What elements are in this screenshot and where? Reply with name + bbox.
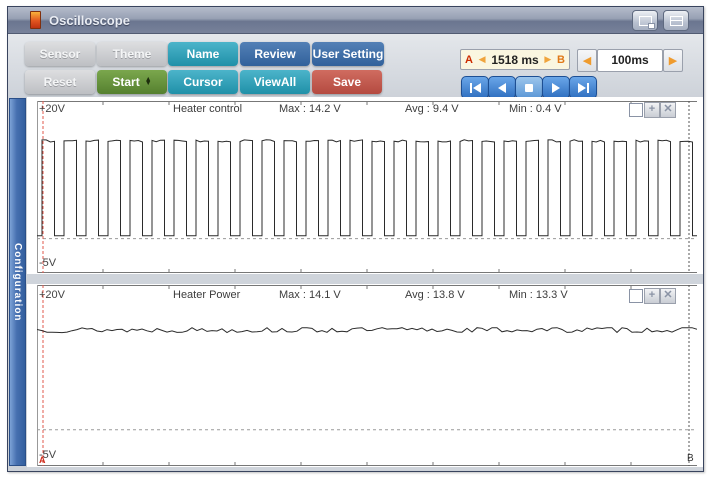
sensor-button[interactable]: Sensor: [25, 42, 95, 66]
user-setting-button[interactable]: User Setting: [312, 42, 384, 66]
skip-to-end-icon-bar: [586, 82, 589, 93]
chart2-min-stat: Min : 13.3 V: [509, 289, 568, 301]
skip-to-start-button[interactable]: [461, 76, 489, 99]
chart1-max-stat: Max : 14.2 V: [279, 103, 341, 115]
step-back-button[interactable]: [488, 76, 516, 99]
chart1-close-button[interactable]: ✕: [660, 102, 676, 118]
skip-to-start-icon: [469, 82, 472, 93]
chart1-bottom-range-label: -5V: [39, 257, 57, 269]
reset-button[interactable]: Reset: [25, 70, 95, 94]
step-back-icon: [498, 82, 506, 93]
start-button-label: Start: [112, 75, 140, 89]
window-popout-icon: [638, 15, 655, 29]
stop-button[interactable]: [515, 76, 543, 99]
skip-to-start-icon-arrow: [472, 82, 481, 93]
chart2-close-button[interactable]: ✕: [660, 288, 676, 304]
titlebar[interactable]: Oscilloscope: [8, 7, 703, 34]
popout-window-button[interactable]: [632, 10, 658, 31]
heater-control-plot[interactable]: [37, 101, 697, 273]
ab-range-box[interactable]: A ◀ 1518 ms ▶ B: [460, 49, 570, 70]
toolbar: Sensor Theme Name Review User Setting Re…: [8, 34, 703, 99]
cursor-a-marker[interactable]: A: [39, 455, 46, 465]
timebase-decrease-button[interactable]: ◀: [577, 49, 597, 72]
bottom-strip: [27, 467, 703, 470]
oscilloscope-probe-icon: [30, 11, 41, 29]
right-arrow-icon: ▶: [668, 55, 678, 67]
chart2-top-range-label: +20V: [39, 289, 65, 301]
ab-range-value: 1518 ms: [491, 52, 539, 67]
cursor-button[interactable]: Cursor: [168, 70, 238, 94]
chart1-min-stat: Min : 0.4 V: [509, 103, 562, 115]
chart1-avg-stat: Avg : 9.4 V: [405, 103, 459, 115]
timebase-value: 100ms: [597, 49, 663, 72]
chart1-add-button[interactable]: +: [644, 102, 660, 118]
window-title: Oscilloscope: [49, 12, 130, 28]
heater-power-plot[interactable]: [37, 285, 697, 466]
chart1-top-range-label: +20V: [39, 103, 65, 115]
name-button[interactable]: Name: [168, 42, 238, 66]
play-button[interactable]: [542, 76, 570, 99]
chart1-select-checkbox[interactable]: [629, 103, 643, 117]
oscilloscope-window: Oscilloscope Sensor Theme Name Review Us…: [7, 6, 704, 472]
a-left-arrow-icon[interactable]: ◀: [479, 54, 486, 65]
theme-button[interactable]: Theme: [97, 42, 167, 66]
save-button[interactable]: Save: [312, 70, 382, 94]
timebase-increase-button[interactable]: ▶: [663, 49, 683, 72]
configuration-tab-label: Configuration: [12, 242, 23, 322]
play-icon: [552, 82, 560, 93]
start-spinner-icon: ▲ ▼: [144, 76, 152, 87]
skip-to-end-icon: [577, 82, 586, 93]
chart2-add-button[interactable]: +: [644, 288, 660, 304]
chart2-title: Heater Power: [173, 289, 241, 301]
charts-region: +20V Heater control Max : 14.2 V Avg : 9…: [27, 97, 703, 470]
window-shade-icon: [669, 15, 683, 26]
shade-window-button[interactable]: [663, 10, 689, 31]
screen: Oscilloscope Sensor Theme Name Review Us…: [0, 0, 711, 479]
viewall-button[interactable]: ViewAll: [240, 70, 310, 94]
chart2-select-checkbox[interactable]: [629, 289, 643, 303]
cursor-b-label: B: [557, 53, 565, 66]
chart1-title: Heater control: [173, 103, 243, 115]
left-arrow-icon: ◀: [582, 55, 592, 67]
titlebar-buttons: [632, 10, 689, 31]
chart2-max-stat: Max : 14.1 V: [279, 289, 341, 301]
start-button[interactable]: Start ▲ ▼: [97, 70, 167, 94]
stop-icon: [525, 83, 533, 92]
review-button[interactable]: Review: [240, 42, 310, 66]
chart-divider: [27, 274, 703, 284]
chart2-avg-stat: Avg : 13.8 V: [405, 289, 465, 301]
cursor-b-marker[interactable]: B: [687, 453, 694, 464]
cursor-a-label: A: [465, 53, 473, 66]
skip-to-end-button[interactable]: [569, 76, 597, 99]
b-right-arrow-icon[interactable]: ▶: [544, 54, 551, 65]
configuration-tab[interactable]: Configuration: [9, 98, 26, 466]
